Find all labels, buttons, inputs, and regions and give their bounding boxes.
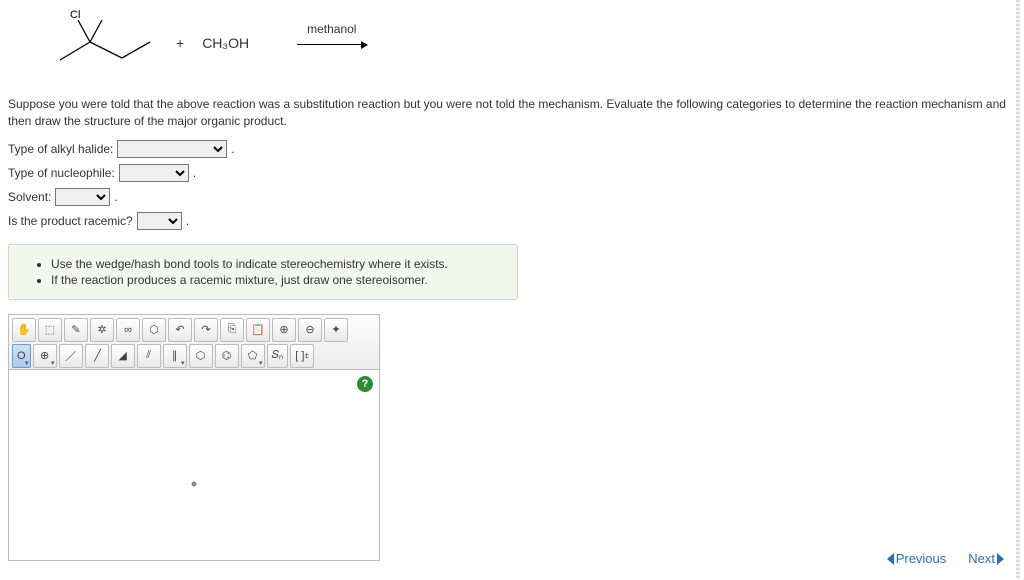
drawing-canvas[interactable]: ?: [9, 370, 379, 560]
copy-icon[interactable]: ⎘: [220, 318, 244, 342]
zoom-in-icon[interactable]: ⊕: [272, 318, 296, 342]
nav-buttons: Previous Next: [887, 551, 1004, 566]
racemic-select[interactable]: [137, 212, 182, 230]
nucleophile-row: Type of nucleophile: .: [8, 164, 1016, 182]
hexagon-icon[interactable]: ⬡: [189, 344, 213, 368]
canvas-center-dot: [192, 481, 197, 486]
single-bond-icon[interactable]: ／: [59, 344, 83, 368]
redo-icon[interactable]: ↷: [194, 318, 218, 342]
add-atom-icon[interactable]: ⊕: [33, 344, 57, 368]
zoom-out-icon[interactable]: ⊖: [298, 318, 322, 342]
structure-editor: ✋ ⬚ ✎ ✲ ∞ ⬡ ↶ ↷ ⎘ 📋 ⊕ ⊖ ✦ O ⊕ ／ ╱ ◢ ⫽ ∥ …: [8, 314, 380, 561]
help-icon[interactable]: ?: [357, 376, 373, 392]
alkyl-halide-select[interactable]: [117, 140, 227, 158]
chain-tool-icon[interactable]: ∞: [116, 318, 140, 342]
reaction-arrow: methanol: [297, 28, 387, 58]
reagent-formula: CH₃OH: [202, 35, 249, 51]
instruction-2: If the reaction produces a racemic mixtu…: [51, 273, 503, 287]
hand-tool-icon[interactable]: ✋: [12, 318, 36, 342]
template-tool-icon[interactable]: ✲: [90, 318, 114, 342]
nucleophile-select[interactable]: [119, 164, 189, 182]
plus-sign: +: [176, 35, 184, 51]
nucleophile-label: Type of nucleophile:: [8, 166, 115, 180]
solvent-label: Solvent:: [8, 190, 51, 204]
select-tool-icon[interactable]: ⬚: [38, 318, 62, 342]
instruction-box: Use the wedge/hash bond tools to indicat…: [8, 244, 518, 300]
cl-label: Cl: [70, 9, 80, 21]
benzene-icon[interactable]: ⌬: [215, 344, 239, 368]
double-bond-icon[interactable]: ∥: [163, 344, 187, 368]
pentagon-icon[interactable]: ⬠: [241, 344, 265, 368]
clean-icon[interactable]: ✦: [324, 318, 348, 342]
instruction-1: Use the wedge/hash bond tools to indicat…: [51, 257, 503, 271]
racemic-row: Is the product racemic? .: [8, 212, 1016, 230]
chevron-right-icon: [997, 553, 1004, 565]
editor-toolbar: ✋ ⬚ ✎ ✲ ∞ ⬡ ↶ ↷ ⎘ 📋 ⊕ ⊖ ✦ O ⊕ ／ ╱ ◢ ⫽ ∥ …: [9, 315, 379, 370]
hash-bond-icon[interactable]: ⫽: [137, 344, 161, 368]
substrate-structure: Cl: [38, 8, 158, 78]
solvent-row: Solvent: .: [8, 188, 1016, 206]
wedge-bond-icon[interactable]: ◢: [111, 344, 135, 368]
ring-tool-icon[interactable]: ⬡: [142, 318, 166, 342]
brackets-button[interactable]: [ ]±: [290, 344, 314, 368]
undo-icon[interactable]: ↶: [168, 318, 192, 342]
atom-o-button[interactable]: O: [12, 344, 31, 368]
sn-tool-button[interactable]: 𝑆ₙ: [267, 344, 289, 368]
alkyl-halide-row: Type of alkyl halide: .: [8, 140, 1016, 158]
arrow-condition: methanol: [307, 22, 356, 36]
reaction-scheme: Cl + CH₃OH methanol: [38, 8, 1016, 78]
scroll-track[interactable]: [1016, 0, 1020, 580]
previous-button[interactable]: Previous: [887, 551, 947, 566]
paste-icon[interactable]: 📋: [246, 318, 270, 342]
alkyl-halide-label: Type of alkyl halide:: [8, 142, 113, 156]
question-prompt: Suppose you were told that the above rea…: [8, 96, 1016, 130]
eraser-tool-icon[interactable]: ✎: [64, 318, 88, 342]
chevron-left-icon: [887, 553, 894, 565]
dashed-bond-icon[interactable]: ╱: [85, 344, 109, 368]
racemic-label: Is the product racemic?: [8, 214, 133, 228]
solvent-select[interactable]: [55, 188, 110, 206]
next-button[interactable]: Next: [968, 551, 1004, 566]
